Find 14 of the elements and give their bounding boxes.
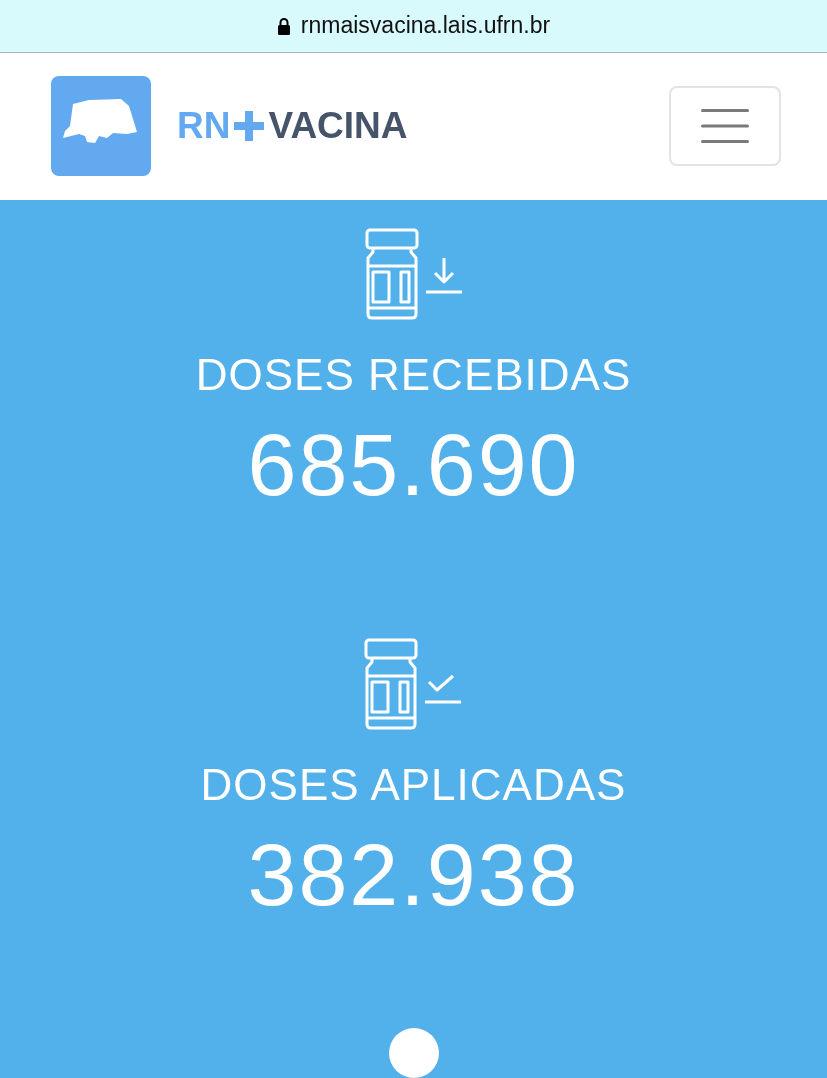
- stat-value: 685.690: [247, 414, 580, 516]
- stat-label: DOSES APLICADAS: [200, 760, 627, 810]
- map-logo-icon[interactable]: [51, 76, 151, 177]
- url-text[interactable]: rnmaisvacina.lais.ufrn.br: [300, 12, 551, 40]
- menu-icon: [701, 108, 749, 145]
- brand-text: VACINA: [268, 105, 408, 148]
- stat-label: DOSES RECEBIDAS: [195, 350, 632, 400]
- brand-text: RN: [177, 105, 231, 148]
- vial-check-icon: [363, 638, 464, 730]
- scroll-indicator-icon[interactable]: [388, 1028, 439, 1078]
- plus-icon: [234, 111, 265, 142]
- menu-button[interactable]: [669, 86, 781, 167]
- stat-value: 382.938: [247, 824, 580, 926]
- vial-download-icon: [363, 228, 464, 320]
